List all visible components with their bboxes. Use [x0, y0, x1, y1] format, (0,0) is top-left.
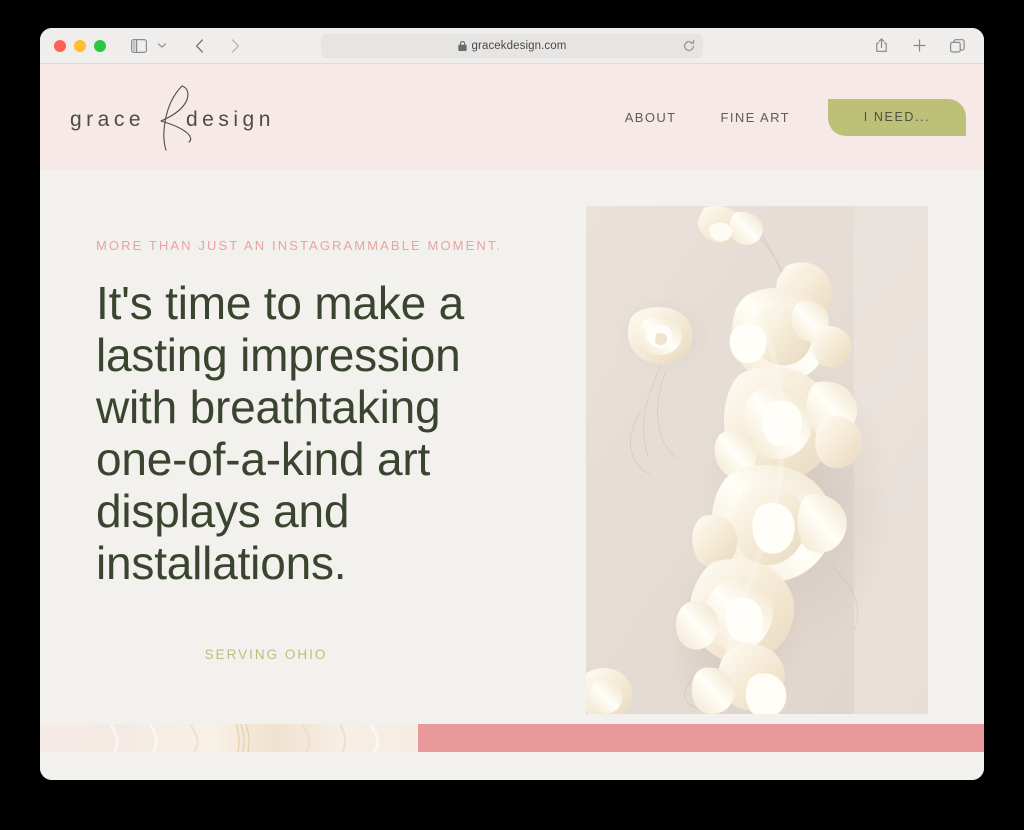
sidebar-controls — [126, 34, 170, 58]
footer-color-block — [418, 724, 984, 752]
site-header: grace design ABOUT FINE ART I NEED... — [40, 64, 984, 170]
nav-link-fine-art[interactable]: FINE ART — [721, 110, 790, 125]
serving-location: SERVING OHIO — [204, 647, 328, 662]
hero-section: MORE THAN JUST AN INSTAGRAMMABLE MOMENT.… — [40, 170, 984, 752]
browser-toolbar: gracekdesign.com — [40, 28, 984, 64]
webpage-content: grace design ABOUT FINE ART I NEED... MO… — [40, 64, 984, 780]
navigation-arrows — [186, 34, 248, 58]
footer-strip-image — [40, 724, 418, 752]
hero-image — [586, 206, 928, 714]
ribbon-installation-artwork — [586, 206, 928, 714]
url-text: gracekdesign.com — [471, 40, 567, 52]
tab-overview-icon[interactable] — [944, 34, 970, 58]
hero-copy: MORE THAN JUST AN INSTAGRAMMABLE MOMENT.… — [40, 170, 586, 752]
lock-icon — [457, 40, 467, 52]
plus-icon[interactable] — [906, 34, 932, 58]
forward-arrow-icon[interactable] — [222, 34, 248, 58]
i-need-button[interactable]: I NEED... — [828, 98, 966, 136]
maximize-window-button[interactable] — [94, 39, 106, 52]
reload-icon[interactable] — [683, 40, 695, 52]
traffic-lights — [54, 39, 106, 52]
hero-headline: It's time to make a lasting impression w… — [96, 277, 464, 589]
close-window-button[interactable] — [54, 39, 66, 52]
toolbar-right-actions — [868, 34, 970, 58]
browser-window: gracekdesign.com grace design ABOUT FINE… — [40, 28, 984, 780]
hero-eyebrow: MORE THAN JUST AN INSTAGRAMMABLE MOMENT. — [96, 238, 503, 253]
logo-word-right: design — [186, 108, 275, 131]
logo-word-left: grace — [70, 108, 146, 131]
site-logo[interactable]: grace design — [68, 82, 283, 152]
minimize-window-button[interactable] — [74, 39, 86, 52]
back-arrow-icon[interactable] — [186, 34, 212, 58]
nav-link-about[interactable]: ABOUT — [625, 110, 677, 125]
share-icon[interactable] — [868, 34, 894, 58]
fabric-detail-image — [40, 724, 418, 752]
main-navigation: ABOUT FINE ART I NEED... — [625, 98, 966, 136]
chevron-down-icon[interactable] — [154, 34, 170, 58]
address-bar[interactable]: gracekdesign.com — [321, 34, 703, 58]
footer-strip — [40, 724, 984, 752]
sidebar-toggle-icon[interactable] — [126, 34, 152, 58]
